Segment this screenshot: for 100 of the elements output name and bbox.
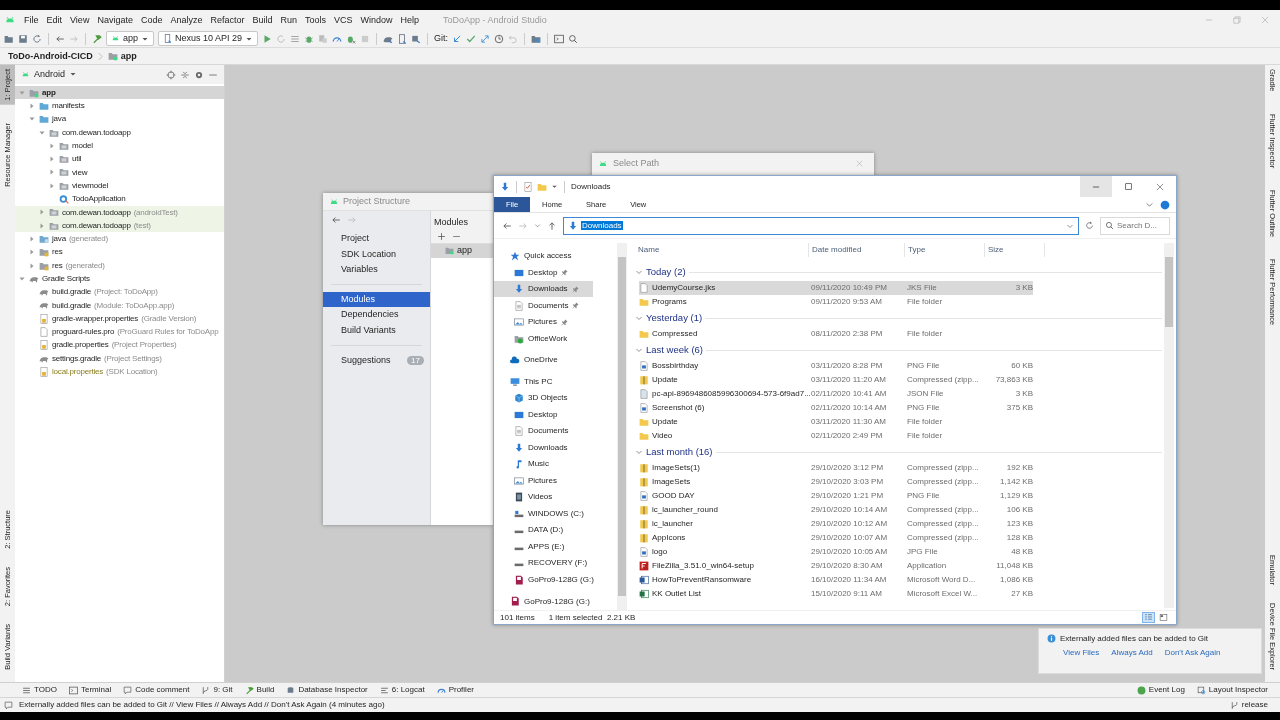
nav-item[interactable]: Downloads [494, 281, 593, 298]
notification-link[interactable]: View Files [1063, 647, 1100, 658]
tool-window-button[interactable]: Code comment [123, 685, 190, 695]
open-folder-icon[interactable] [4, 33, 14, 44]
file-row[interactable]: Screenshot (6) 02/11/2020 10:14 AM PNG File 375 KB [639, 401, 1033, 415]
nav-item[interactable]: Documents [494, 423, 583, 440]
column-header[interactable]: Date modified [809, 243, 905, 257]
device-manager-icon[interactable] [397, 33, 408, 44]
file-row[interactable]: Video 02/11/2020 2:49 PM File folder [639, 429, 1033, 443]
menu-item[interactable]: Build [252, 14, 273, 26]
view-mode-button[interactable] [1157, 612, 1170, 623]
forward-arrow-icon[interactable] [347, 215, 357, 225]
menu-item[interactable]: Window [360, 14, 393, 26]
nav-item[interactable]: GoPro9-128G (G:) [494, 571, 608, 588]
expand-arrow-icon[interactable] [48, 141, 56, 150]
expand-arrow-icon[interactable] [38, 208, 46, 217]
tree-item[interactable]: util [15, 152, 224, 166]
tree-item[interactable]: viewmodel [15, 179, 224, 193]
history-clock-icon[interactable] [494, 33, 505, 44]
tree-item[interactable]: Gradle Scripts [15, 272, 224, 286]
notification-link[interactable]: Always Add [1111, 647, 1153, 658]
nav-item[interactable]: DATA (D:) [494, 522, 578, 539]
run-config-dropdown[interactable]: app [106, 31, 155, 46]
tree-item[interactable]: local.properties (SDK Location) [15, 365, 224, 379]
sidebar-item[interactable]: SDK Location [323, 246, 430, 262]
check-icon[interactable] [466, 33, 477, 44]
nav-item[interactable]: Desktop [494, 406, 572, 423]
file-row[interactable]: Compressed 08/11/2020 2:38 PM File folder [639, 327, 1033, 341]
menu-item[interactable]: Refactor [210, 14, 245, 26]
tree-item[interactable]: res [15, 245, 224, 259]
tree-item[interactable]: app [15, 86, 224, 100]
back-arrow-icon[interactable] [55, 33, 65, 44]
expand-arrow-icon[interactable] [28, 234, 36, 243]
nav-item[interactable]: OneDrive [494, 352, 572, 369]
tool-window-button[interactable]: TODO [22, 685, 57, 695]
tool-window-button[interactable]: 6: Logcat [379, 685, 425, 695]
group-header[interactable]: Last week (6) [646, 344, 704, 356]
nav-item[interactable]: 3D Objects [494, 390, 582, 407]
menu-item[interactable]: VCS [334, 14, 353, 26]
message-icon[interactable] [4, 700, 13, 710]
tool-window-button[interactable]: Terminal [68, 685, 112, 695]
caret-icon[interactable] [551, 183, 558, 190]
collapse-group-icon[interactable] [635, 448, 643, 456]
save-icon[interactable] [18, 33, 28, 44]
group-header[interactable]: Yesterday (1) [646, 312, 703, 324]
tree-item[interactable]: com.dewan.todoapp (androidTest) [15, 205, 224, 219]
device-dropdown[interactable]: Nexus 10 API 29 [158, 31, 259, 46]
nav-item[interactable]: Pictures [494, 314, 582, 331]
menu-item[interactable]: Tools [305, 14, 327, 26]
run-icon[interactable] [262, 33, 273, 44]
rerun-icon[interactable] [276, 33, 287, 44]
menu-item[interactable]: Analyze [170, 14, 203, 26]
search-field[interactable]: Search D... [1117, 220, 1169, 231]
collapse-group-icon[interactable] [635, 346, 643, 354]
file-row[interactable]: ic_launcher 29/10/2020 10:12 AM Compressed (zipp... 123 KB [639, 517, 1033, 531]
sidebar-item[interactable]: Suggestions 17 [323, 352, 430, 369]
nav-item[interactable]: Quick access [494, 248, 586, 264]
menu-item[interactable]: Edit [46, 14, 63, 26]
file-row[interactable]: Update 03/11/2020 11:20 AM Compressed (zipp... 73,863 KB [639, 373, 1033, 387]
collapse-group-icon[interactable] [635, 314, 643, 322]
search-icon[interactable] [568, 33, 579, 44]
column-header[interactable]: Type [905, 243, 985, 257]
up-arrow-icon[interactable] [547, 220, 557, 231]
group-header[interactable]: Last month (16) [646, 446, 713, 458]
sidebar-item[interactable]: Build Variants [323, 322, 430, 338]
breadcrumb-item[interactable]: app [120, 50, 137, 62]
restore-icon[interactable] [1232, 15, 1242, 25]
sidebar-item[interactable]: Project [323, 231, 430, 247]
expand-arrow-icon[interactable] [38, 221, 46, 230]
sidebar-item[interactable]: Dependencies [323, 307, 430, 323]
hammer-icon[interactable] [92, 33, 102, 44]
column-header[interactable]: Size [985, 243, 1045, 257]
tree-item[interactable]: model [15, 139, 224, 153]
file-row[interactable]: GOOD DAY 29/10/2020 1:21 PM PNG File 1,129 KB [639, 489, 1033, 503]
expand-arrow-icon[interactable] [28, 101, 36, 110]
file-row[interactable]: FileZilla_3.51.0_win64-setup 29/10/2020 8:30 AM Application 11,048 KB [639, 559, 1033, 573]
tree-item[interactable]: build.gradle (Module: ToDoApp.app) [15, 298, 224, 313]
tree-item[interactable]: gradle-wrapper.properties (Gradle Version) [15, 312, 224, 326]
tree-item[interactable]: com.dewan.todoapp [15, 125, 224, 140]
notification-link[interactable]: Don't Ask Again [1164, 647, 1221, 658]
recent-locations-icon[interactable] [534, 222, 541, 229]
file-row[interactable]: Update 03/11/2020 11:30 AM File folder [639, 415, 1033, 429]
collapse-group-icon[interactable] [635, 268, 643, 276]
expand-arrow-icon[interactable] [48, 155, 56, 164]
project-structure-icon[interactable] [531, 33, 542, 44]
nav-item[interactable]: Music [494, 456, 563, 473]
update-arrow-icon[interactable] [452, 33, 463, 44]
back-arrow-icon[interactable] [331, 215, 341, 225]
file-row[interactable]: ImageSets(1) 29/10/2020 3:12 PM Compressed (zipp... 192 KB [639, 461, 1033, 475]
tree-item[interactable]: TodoApplication [15, 192, 224, 206]
tree-item[interactable]: settings.gradle (Project Settings) [15, 351, 224, 366]
file-row[interactable]: KK Outlet List 15/10/2020 9:11 AM Microsoft Excel W... 27 KB [639, 587, 1033, 601]
nav-item[interactable]: GoPro9-128G (G:) [494, 593, 604, 610]
sidebar-item[interactable]: Modules [323, 291, 430, 308]
add-icon[interactable] [437, 231, 446, 241]
tree-item[interactable]: manifests [15, 99, 224, 113]
file-row[interactable]: AppIcons 29/10/2020 10:07 AM Compressed (zipp... 128 KB [639, 531, 1033, 545]
search-icon[interactable] [1105, 221, 1114, 230]
file-row[interactable]: UdemyCourse.jks 09/11/2020 10:49 PM JKS File 3 KB [639, 281, 1033, 295]
back-arrow-icon[interactable] [502, 220, 512, 231]
